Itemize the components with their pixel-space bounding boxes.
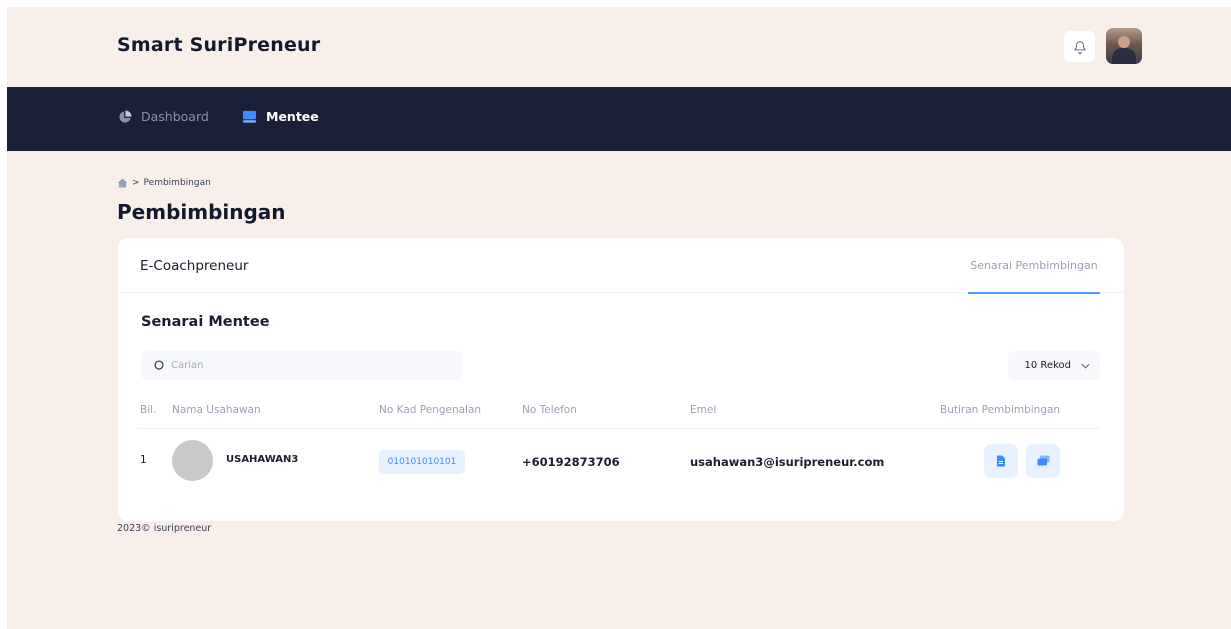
user-avatar[interactable] (1106, 28, 1142, 64)
column-header-ic: No Kad Pengenalan (379, 404, 482, 416)
card-header: E-Coachpreneur Senarai Pembimbingan (118, 238, 1124, 294)
footer-text: 2023© isuripreneur (117, 523, 212, 534)
phone-number: +60192873706 (522, 455, 620, 469)
mentee-avatar (172, 440, 213, 481)
section-title: Senarai Mentee (141, 314, 270, 330)
records-per-page-select[interactable]: 10 Rekod (1008, 351, 1100, 380)
page-title: Pembimbingan (117, 200, 286, 224)
notification-button[interactable] (1064, 31, 1095, 62)
breadcrumb-current[interactable]: Pembimbingan (144, 178, 211, 188)
column-header-email: Emel (690, 404, 717, 416)
card-title: E-Coachpreneur (140, 258, 249, 274)
bell-icon (1073, 40, 1086, 54)
email-address: usahawan3@isuripreneur.com (690, 455, 885, 469)
column-header-phone: No Telefon (522, 404, 577, 416)
view-sessions-button[interactable] (1026, 444, 1060, 478)
column-header-butiran: Butiran Pembimbingan (940, 404, 1061, 416)
app-frame: Smart SuriPreneur Dashboard Mentee > Pem… (7, 7, 1231, 629)
mentee-card: E-Coachpreneur Senarai Pembimbingan Sena… (118, 238, 1124, 521)
row-number: 1 (140, 454, 147, 466)
breadcrumb: > Pembimbingan (117, 178, 211, 188)
view-document-button[interactable] (984, 444, 1018, 478)
column-header-nama: Nama Usahawan (172, 404, 261, 416)
ic-number-badge: 010101010101 (379, 450, 465, 474)
nav-item-label: Mentee (266, 109, 319, 124)
chevron-down-icon (1081, 363, 1090, 369)
column-header-bil: Bil. (140, 404, 157, 416)
nav-item-label: Dashboard (141, 109, 209, 124)
nav-item-dashboard[interactable]: Dashboard (118, 109, 209, 124)
search-box[interactable] (141, 351, 463, 380)
pie-chart-icon (119, 109, 132, 123)
nav-item-mentee[interactable]: Mentee (242, 109, 319, 124)
search-icon (154, 360, 164, 370)
search-input[interactable] (171, 360, 451, 371)
breadcrumb-separator: > (132, 178, 140, 188)
top-bar: Smart SuriPreneur (7, 7, 1231, 87)
table-divider (138, 428, 1100, 429)
mentee-name: USAHAWAN3 (226, 454, 299, 465)
brand-title[interactable]: Smart SuriPreneur (117, 34, 320, 56)
monitor-icon (242, 110, 257, 123)
stacked-cards-icon (1037, 455, 1049, 466)
tab-senarai-pembimbingan[interactable]: Senarai Pembimbingan (968, 259, 1100, 294)
document-icon (997, 455, 1005, 467)
records-per-page-value: 10 Rekod (1024, 360, 1071, 371)
nav-bar: Dashboard Mentee (7, 87, 1231, 151)
home-icon[interactable] (117, 178, 128, 188)
